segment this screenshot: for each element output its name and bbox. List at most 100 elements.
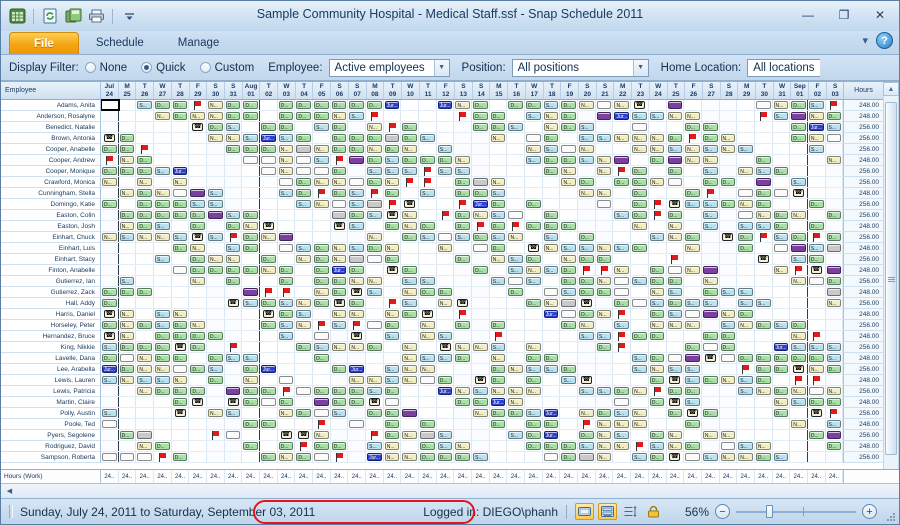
schedule-cell[interactable] bbox=[437, 309, 455, 319]
shift-block[interactable]: D... bbox=[119, 343, 135, 351]
schedule-cell[interactable] bbox=[719, 210, 738, 220]
schedule-cell[interactable]: N... bbox=[490, 254, 508, 264]
schedule-cell[interactable] bbox=[631, 122, 649, 132]
shift-block[interactable] bbox=[314, 332, 329, 340]
shift-block[interactable]: D... bbox=[137, 321, 152, 329]
shift-block[interactable]: S... bbox=[384, 376, 400, 384]
tab-schedule[interactable]: Schedule bbox=[79, 32, 161, 54]
shift-block[interactable]: D... bbox=[331, 288, 347, 296]
schedule-cell[interactable]: N... bbox=[595, 441, 614, 451]
schedule-cell[interactable]: D... bbox=[330, 144, 349, 154]
schedule-cell[interactable]: N... bbox=[560, 254, 579, 264]
shift-block[interactable]: S... bbox=[667, 145, 683, 153]
shift-block[interactable]: D... bbox=[172, 112, 188, 120]
schedule-cell[interactable]: D... bbox=[543, 441, 561, 451]
schedule-cell[interactable] bbox=[825, 166, 843, 176]
schedule-cell[interactable] bbox=[595, 221, 614, 231]
schedule-cell[interactable]: D... bbox=[189, 265, 208, 275]
employee-name-cell[interactable]: Lavelle, Dana bbox=[1, 353, 101, 364]
schedule-cell[interactable]: S... bbox=[224, 408, 243, 418]
schedule-cell[interactable]: D... bbox=[560, 100, 579, 110]
schedule-cell[interactable] bbox=[825, 430, 843, 440]
schedule-cell[interactable]: S... bbox=[154, 254, 172, 264]
schedule-cell[interactable] bbox=[313, 221, 331, 231]
shift-block[interactable]: S... bbox=[437, 167, 453, 175]
schedule-cell[interactable]: Jur... bbox=[260, 364, 278, 374]
schedule-cell[interactable]: D... bbox=[543, 166, 561, 176]
shift-block[interactable]: N... bbox=[791, 387, 806, 395]
schedule-cell[interactable]: D... bbox=[525, 199, 543, 209]
schedule-cell[interactable] bbox=[207, 430, 225, 440]
schedule-cell[interactable] bbox=[701, 111, 720, 121]
schedule-cell[interactable]: D... bbox=[631, 243, 649, 253]
schedule-cell[interactable]: D... bbox=[242, 441, 261, 451]
schedule-cell[interactable] bbox=[260, 353, 278, 363]
schedule-cell[interactable]: S... bbox=[649, 232, 667, 242]
schedule-cell[interactable] bbox=[437, 276, 455, 286]
shift-block[interactable]: S... bbox=[402, 167, 418, 175]
shift-block[interactable]: S... bbox=[738, 376, 753, 384]
shift-block[interactable]: S... bbox=[225, 244, 241, 252]
schedule-cell[interactable] bbox=[613, 254, 632, 264]
schedule-cell[interactable] bbox=[790, 155, 808, 165]
shift-block[interactable] bbox=[702, 310, 718, 318]
shift-block[interactable] bbox=[261, 398, 276, 406]
shift-block[interactable]: D... bbox=[243, 112, 259, 120]
schedule-cell[interactable]: S... bbox=[525, 408, 543, 418]
shift-block[interactable]: D... bbox=[508, 409, 524, 417]
shift-block[interactable]: D... bbox=[225, 101, 241, 109]
schedule-cell[interactable]: N... bbox=[454, 342, 473, 352]
schedule-cell[interactable] bbox=[684, 430, 702, 440]
schedule-cell[interactable]: D... bbox=[507, 287, 526, 297]
schedule-cell[interactable] bbox=[578, 342, 596, 352]
schedule-cell[interactable]: N... bbox=[490, 177, 508, 187]
shift-block[interactable]: D... bbox=[119, 134, 135, 142]
shift-block[interactable]: S... bbox=[155, 222, 170, 230]
schedule-cell[interactable]: S... bbox=[224, 210, 243, 220]
shift-block[interactable]: N... bbox=[826, 387, 842, 395]
shift-block[interactable] bbox=[561, 310, 577, 318]
schedule-cell[interactable] bbox=[384, 199, 402, 209]
schedule-cell[interactable]: D... bbox=[667, 298, 685, 308]
schedule-cell[interactable]: D... bbox=[543, 221, 561, 231]
schedule-cell[interactable]: D... bbox=[631, 166, 649, 176]
schedule-cell[interactable]: D... bbox=[490, 408, 508, 418]
schedule-cell[interactable] bbox=[384, 122, 402, 132]
schedule-cell[interactable]: S... bbox=[437, 441, 455, 451]
schedule-cell[interactable]: ☎ bbox=[419, 309, 437, 319]
shift-block[interactable] bbox=[826, 288, 842, 296]
schedule-cell[interactable]: N... bbox=[631, 386, 649, 396]
schedule-cell[interactable]: S... bbox=[154, 221, 172, 231]
schedule-cell[interactable] bbox=[437, 188, 455, 198]
schedule-cell[interactable] bbox=[384, 397, 402, 407]
shift-block[interactable] bbox=[331, 211, 347, 219]
schedule-cell[interactable] bbox=[295, 122, 314, 132]
schedule-cell[interactable]: N... bbox=[755, 386, 773, 396]
schedule-cell[interactable]: S... bbox=[437, 430, 455, 440]
schedule-cell[interactable]: D... bbox=[260, 452, 278, 462]
schedule-cell[interactable] bbox=[490, 155, 508, 165]
schedule-cell[interactable]: D... bbox=[543, 210, 561, 220]
schedule-cell[interactable]: N... bbox=[595, 155, 614, 165]
schedule-cell[interactable] bbox=[401, 111, 420, 121]
schedule-cell[interactable] bbox=[260, 441, 278, 451]
shift-block[interactable]: S... bbox=[455, 233, 471, 241]
schedule-cell[interactable] bbox=[101, 276, 119, 286]
shift-block[interactable]: D... bbox=[826, 398, 842, 406]
schedule-cell[interactable] bbox=[313, 364, 331, 374]
schedule-cell[interactable] bbox=[649, 419, 667, 429]
schedule-cell[interactable] bbox=[313, 320, 331, 330]
schedule-cell[interactable] bbox=[101, 99, 120, 111]
shift-block[interactable]: S... bbox=[685, 365, 700, 373]
schedule-cell[interactable] bbox=[101, 243, 119, 253]
shift-block[interactable]: S... bbox=[826, 123, 842, 131]
shift-block[interactable]: D... bbox=[526, 442, 541, 450]
shift-block[interactable]: D... bbox=[119, 431, 135, 439]
shift-block[interactable]: N... bbox=[172, 310, 188, 318]
schedule-cell[interactable]: D... bbox=[525, 375, 543, 385]
schedule-cell[interactable]: D... bbox=[790, 353, 808, 363]
schedule-cell[interactable] bbox=[578, 452, 596, 462]
schedule-cell[interactable] bbox=[719, 122, 738, 132]
schedule-cell[interactable]: D... bbox=[613, 386, 632, 396]
shift-block[interactable]: D... bbox=[402, 233, 418, 241]
